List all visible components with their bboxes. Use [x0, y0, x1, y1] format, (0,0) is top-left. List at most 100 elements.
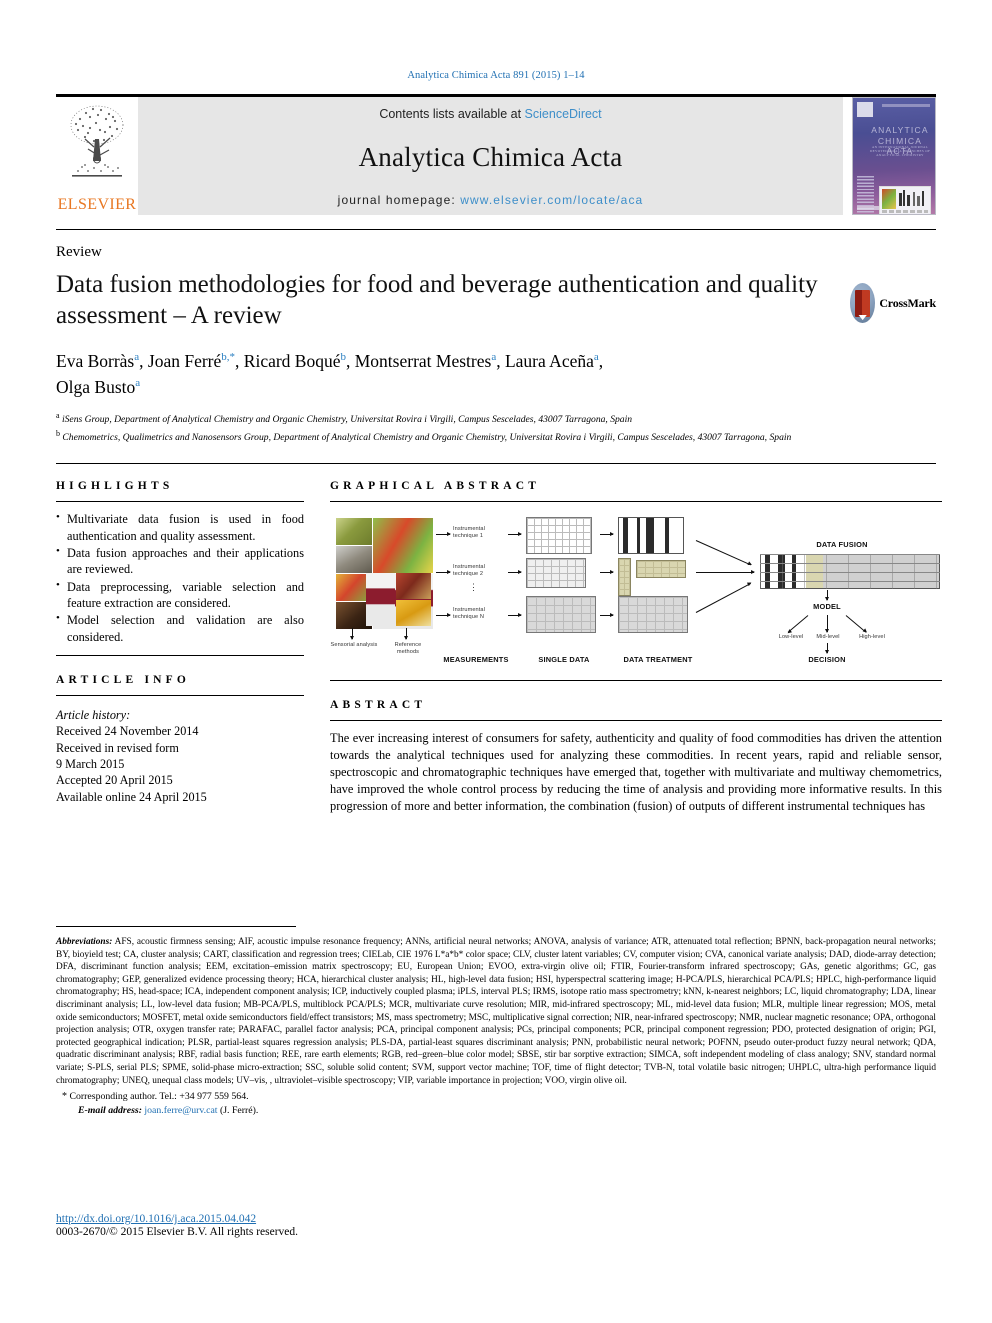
treated-spectra-1 [618, 517, 684, 555]
abstract-text: The ever increasing interest of consumer… [330, 731, 942, 813]
author-name: Eva Borràs [56, 350, 135, 371]
affiliation-text: Chemometrics, Qualimetrics and Nanosenso… [62, 432, 792, 444]
author-mark: a [593, 350, 599, 363]
arrow-techn-to-data [508, 613, 522, 618]
copyright-line: 0003-2670/© 2015 Elsevier B.V. All right… [56, 1226, 299, 1238]
affiliation-mark: a [56, 411, 60, 421]
cover-subtitle: AN INTERNATIONAL JOURNAL DEVOTED TO ALL … [869, 145, 931, 157]
author-name: Olga Busto [56, 377, 136, 397]
author-list: Eva Borràsa, Joan Ferréb,*, Ricard Boqué… [56, 350, 604, 397]
treated-scores-2b [636, 560, 686, 579]
email-suffix: (J. Ferré). [219, 1105, 259, 1117]
email-link[interactable]: joan.ferre@urv.cat [144, 1105, 217, 1116]
technique-label-1: Instrumental technique 1 [453, 526, 485, 540]
arrow-converge-mid [696, 570, 755, 575]
article-info-rule [56, 695, 304, 697]
author-name: Montserrat Mestres [354, 350, 492, 371]
cover-top-rule [882, 104, 930, 107]
arrow-to-decision [824, 643, 829, 655]
graphical-abstract-heading: GRAPHICAL ABSTRACT [330, 480, 541, 493]
author-mark: a [491, 350, 497, 363]
source-label-reference: Reference methods [394, 642, 422, 656]
list-item: Data preprocessing, variable selection a… [56, 578, 304, 612]
corresponding-star: * [62, 1091, 67, 1103]
elsevier-tree-icon [70, 105, 124, 177]
single-data-matrix-2 [526, 558, 586, 589]
arrow-converge-bottom [695, 583, 751, 614]
treated-matrix-n [618, 596, 688, 634]
technique-label-2: Instrumental technique 2 [453, 564, 485, 578]
author-name: Laura Aceña [504, 350, 594, 371]
sensorial-arrow [349, 628, 354, 641]
affiliation-line: b Chemometrics, Qualimetrics and Nanosen… [56, 428, 901, 446]
arrow-model-low [787, 615, 809, 633]
treated-scores-2a [618, 558, 631, 597]
graphical-abstract-rule-top [330, 501, 942, 503]
arrow-fusion-to-model [824, 590, 829, 602]
author-name: Ricard Boqué [243, 350, 341, 371]
contents-prefix: Contents lists available at [379, 107, 522, 121]
model-caption: MODEL [813, 602, 841, 612]
article-history-line: Received in revised form [56, 740, 179, 755]
two-column-region: HIGHLIGHTS Multivariate data fusion is u… [56, 480, 942, 814]
page-footer: http://dx.doi.org/10.1016/j.aca.2015.04.… [56, 1213, 298, 1238]
article-top-rule [56, 229, 936, 230]
arrow-data1-to-treatment [600, 532, 614, 537]
email-note: E-mail address: joan.ferre@urv.cat (J. F… [56, 1104, 936, 1117]
model-level-low: Low-level [778, 634, 804, 641]
arrow-tech2-to-data [508, 570, 522, 575]
highlights-heading: HIGHLIGHTS [56, 480, 174, 493]
technique-ellipsis: ⋮ [469, 582, 478, 593]
collage-tile-wine [366, 573, 395, 627]
fused-data-matrix [760, 554, 940, 590]
abbreviations-block: Abbreviations: AFS, acoustic firmness se… [56, 936, 936, 1117]
article-info-heading: ARTICLE INFO [56, 674, 191, 687]
single-data-matrix-1 [526, 517, 592, 555]
abstract-rule [330, 720, 942, 722]
elsevier-wordmark: ELSEVIER [57, 196, 137, 213]
highlights-rule-top [56, 501, 304, 503]
right-column: GRAPHICAL ABSTRACT Sensorial analysis Re… [330, 480, 942, 814]
article-history-line: Accepted 20 April 2015 [56, 773, 173, 788]
arrow-to-technique-2 [436, 570, 451, 575]
author-mark: b,* [221, 350, 236, 363]
cover-figure [879, 186, 931, 214]
affiliation-text: iSens Group, Department of Analytical Ch… [61, 414, 633, 426]
caption-data-treatment: DATA TREATMENT [623, 655, 693, 665]
author-name: Joan Ferré [147, 350, 222, 371]
graphical-abstract-rule-bottom [330, 680, 942, 682]
crossmark-badge[interactable]: CrossMark [850, 281, 936, 325]
technique-label-n: Instrumental technique N [453, 607, 485, 621]
article-history: Article history: Received 24 November 20… [56, 707, 304, 805]
contents-available-line: Contents lists available at ScienceDirec… [379, 107, 601, 121]
homepage-url-link[interactable]: www.elsevier.com/locate/aca [460, 193, 643, 207]
left-column: HIGHLIGHTS Multivariate data fusion is u… [56, 480, 304, 814]
single-data-matrix-n [526, 596, 596, 634]
article-history-line: 9 March 2015 [56, 757, 125, 772]
author-mark: b [340, 350, 347, 363]
list-item: Multivariate data fusion is used in food… [56, 510, 304, 544]
article-page: Analytica Chimica Acta 891 (2015) 1–14 E… [0, 0, 992, 1323]
highlights-list: Multivariate data fusion is used in food… [56, 510, 304, 645]
graphical-abstract-diagram: Sensorial analysis Reference methods Ins… [330, 512, 942, 672]
footnote-separator [56, 926, 296, 927]
collage-tile-meat [396, 573, 431, 600]
caption-measurements: MEASUREMENTS [443, 655, 509, 665]
affiliations: a iSens Group, Department of Analytical … [56, 410, 901, 446]
doi-link[interactable]: http://dx.doi.org/10.1016/j.aca.2015.04.… [56, 1213, 298, 1225]
arrow-to-technique-1 [436, 532, 451, 537]
page-title: Data fusion methodologies for food and b… [56, 271, 818, 329]
arrow-data2-to-treatment [600, 570, 614, 575]
arrow-datan-to-treatment [600, 613, 614, 618]
cover-publisher-badge [857, 102, 873, 117]
arrow-to-technique-n [436, 613, 451, 618]
sciencedirect-link[interactable]: ScienceDirect [525, 107, 602, 121]
cover-footer-mark [857, 206, 879, 210]
affiliation-mark: b [56, 429, 60, 439]
graphical-abstract-figure: Sensorial analysis Reference methods Ins… [330, 512, 942, 673]
affiliation-line: a iSens Group, Department of Analytical … [56, 410, 901, 428]
article-history-line: Received 24 November 2014 [56, 724, 199, 739]
article-history-label: Article history: [56, 708, 131, 723]
model-level-high: High-level [859, 634, 885, 641]
reference-arrow [403, 628, 408, 641]
